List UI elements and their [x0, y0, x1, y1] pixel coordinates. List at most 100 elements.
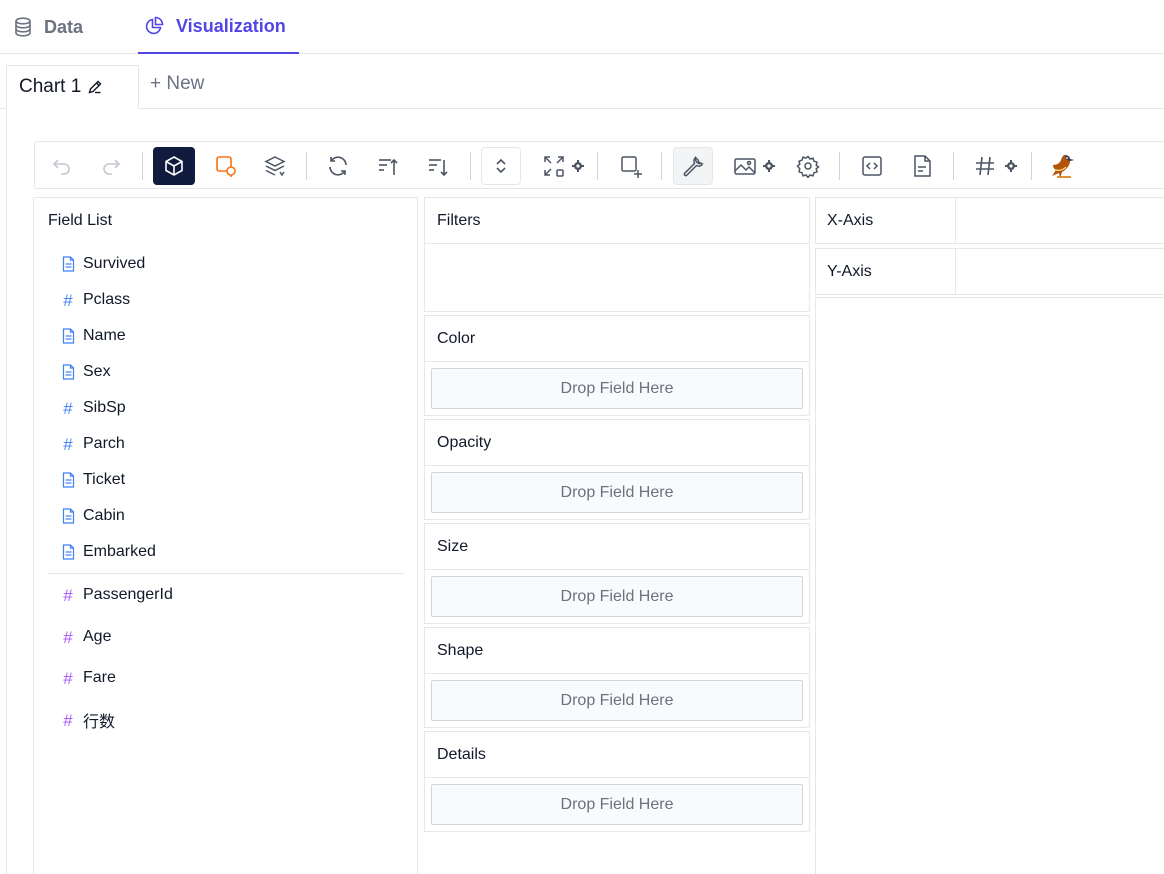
stack-button[interactable] [262, 147, 288, 185]
bird-logo-icon [1052, 155, 1074, 178]
shape-icon [216, 156, 236, 177]
pie-chart-icon [145, 16, 164, 35]
field-item-dimension[interactable]: # SibSp [60, 396, 126, 420]
export-file-button[interactable] [909, 147, 935, 185]
layout-mode-button[interactable] [481, 147, 521, 185]
details-title: Details [425, 732, 809, 778]
shape-title: Shape [425, 628, 809, 674]
field-item-dimension[interactable]: Embarked [60, 540, 156, 564]
filters-drop-area[interactable] [425, 244, 809, 311]
brush-button[interactable] [619, 147, 645, 185]
tab-data-label: Data [44, 16, 84, 37]
edit-icon[interactable] [87, 79, 103, 95]
export-code-button[interactable] [859, 147, 885, 185]
document-icon [60, 328, 76, 344]
field-item-dimension[interactable]: Name [60, 324, 126, 348]
settings-small-icon [572, 160, 584, 172]
size-drop-zone[interactable]: Drop Field Here [431, 576, 803, 617]
hash-icon: # [63, 627, 73, 647]
sort-ascending-button[interactable] [375, 147, 401, 185]
document-icon [60, 544, 76, 560]
cube-icon [165, 156, 183, 176]
field-name: Cabin [83, 507, 125, 524]
top-tab-bar: Data Visualization [0, 0, 1164, 54]
field-name: Pclass [83, 291, 131, 308]
toolbar-divider [1031, 152, 1032, 180]
hash-icon: # [63, 398, 73, 418]
number-format-button[interactable] [972, 147, 998, 185]
settings-icon [796, 155, 820, 178]
number-format-settings-button[interactable] [1004, 147, 1018, 185]
field-name: Name [83, 327, 126, 344]
settings-button[interactable] [795, 147, 821, 185]
tab-data[interactable]: Data [14, 0, 83, 54]
field-item-measure[interactable]: # Fare [60, 666, 116, 690]
field-item-dimension[interactable]: Ticket [60, 468, 125, 492]
field-name: Fare [83, 669, 116, 686]
sort-desc-icon [429, 159, 448, 177]
document-icon [60, 472, 76, 488]
shape-panel: Shape Drop Field Here [424, 627, 810, 728]
redo-button[interactable] [98, 147, 124, 185]
field-name: Parch [83, 435, 125, 452]
field-item-measure[interactable]: # PassengerId [60, 583, 173, 607]
field-name: PassengerId [83, 586, 173, 603]
settings-small-icon [1005, 160, 1017, 172]
field-item-dimension[interactable]: # Pclass [60, 288, 130, 312]
field-name: Sex [83, 363, 111, 380]
field-list-title: Field List [48, 212, 113, 229]
image-icon [734, 158, 756, 175]
field-name: SibSp [83, 399, 126, 416]
x-axis-drop-zone[interactable] [957, 198, 1164, 243]
field-item-measure[interactable]: # Age [60, 625, 111, 649]
undo-button[interactable] [49, 147, 75, 185]
mark-type-button[interactable] [213, 147, 239, 185]
geom-mode-button[interactable] [153, 147, 195, 185]
image-settings-button[interactable] [762, 147, 776, 185]
database-icon [15, 17, 31, 37]
redo-icon [103, 159, 121, 175]
y-axis-label: Y-Axis [816, 249, 956, 294]
filters-panel: Filters [424, 197, 810, 312]
field-item-dimension[interactable]: Cabin [60, 504, 125, 528]
color-drop-zone[interactable]: Drop Field Here [431, 368, 803, 409]
chart-canvas [815, 297, 1164, 874]
toolbar-divider [953, 152, 954, 180]
field-item-dimension[interactable]: Survived [60, 252, 145, 276]
hash-icon: # [63, 290, 73, 310]
toolbar-divider [142, 152, 143, 180]
x-axis-label: X-Axis [816, 198, 956, 243]
x-axis-shelf: X-Axis [815, 197, 1164, 244]
field-item-dimension[interactable]: Sex [60, 360, 111, 384]
opacity-drop-zone[interactable]: Drop Field Here [431, 472, 803, 513]
hash-icon: # [63, 668, 73, 688]
wrench-icon [683, 156, 705, 177]
fullscreen-button[interactable] [541, 147, 567, 185]
toolbar-divider [306, 152, 307, 180]
new-chart-button[interactable]: + New [150, 73, 204, 95]
y-axis-shelf: Y-Axis [815, 248, 1164, 295]
field-name: Survived [83, 255, 146, 272]
size-settings-button[interactable] [571, 147, 585, 185]
field-name: 行数 [83, 714, 116, 731]
y-axis-drop-zone[interactable] [957, 249, 1164, 294]
field-item-dimension[interactable]: # Parch [60, 432, 125, 456]
sort-descending-button[interactable] [425, 147, 451, 185]
details-drop-zone[interactable]: Drop Field Here [431, 784, 803, 825]
toolbar [34, 141, 1164, 189]
shape-drop-zone[interactable]: Drop Field Here [431, 680, 803, 721]
color-panel: Color Drop Field Here [424, 315, 810, 416]
tab-visualization[interactable]: Visualization [138, 0, 299, 54]
sort-asc-icon [379, 158, 398, 175]
field-name: Ticket [83, 471, 126, 488]
field-item-measure[interactable]: # 行数 [60, 708, 115, 732]
tab-chart-1[interactable]: Chart 1 [6, 65, 139, 109]
export-image-button[interactable] [732, 147, 758, 185]
toolbar-divider [661, 152, 662, 180]
kanaries-logo-button[interactable] [1047, 147, 1079, 185]
painter-button[interactable] [673, 147, 713, 185]
chart-tab-bar: Chart 1 + New [0, 60, 1164, 109]
hash-icon: # [63, 434, 73, 454]
transpose-button[interactable] [325, 147, 351, 185]
hash-icon: # [63, 710, 73, 730]
